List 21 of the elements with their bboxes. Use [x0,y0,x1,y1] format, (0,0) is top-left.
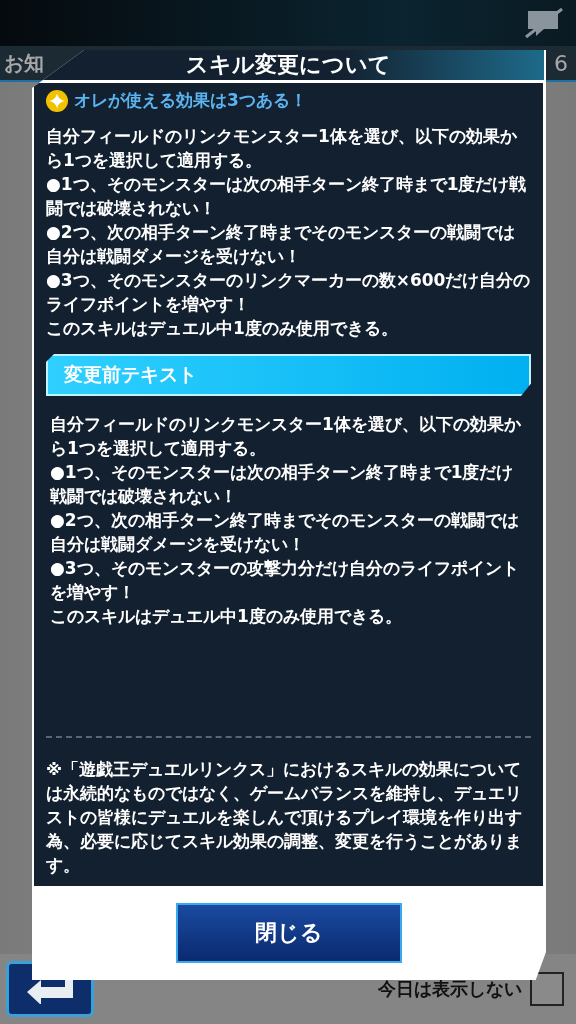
dialog-title: スキル変更について [185,51,391,79]
section-heading: 変更前テキスト [46,354,531,396]
skill-text-line: ●1つ、そのモンスターは次の相手ターン終了時まで1度だけ戦闘では破壊されない！ [46,173,528,220]
dont-show-checkbox[interactable] [530,972,564,1006]
chat-off-icon[interactable] [524,7,564,39]
dont-show-today-label: 今日は表示しない [378,977,522,1001]
skill-text-line: ●2つ、次の相手ターン終了時までそのモンスターの戦闘では自分は戦闘ダメージを受けない！ [46,221,516,268]
notice-paragraph: ※「遊戯王デュエルリンクス」におけるスキルの効果については永続的なものではなく、ゲームバランスを維持し、デュエリストの皆様にデュエルを楽しんで頂けるプレイ環境を作り出す為、必要に応じてスキル効果の調整、変更を行うことがあります。 [46,759,523,877]
skill-text-line: 自分フィールドのリンクモンスター1体を選び、以下の効果から1つを選択して適用する。 [50,413,522,460]
close-button[interactable]: 閉じる [176,903,402,963]
header-title: お知 [4,49,44,77]
skill-text-line: このスキルはデュエル中1度のみ使用できる。 [50,605,403,628]
header-count: 6 [554,50,568,76]
skill-text-line: ●3つ、そのモンスターのリンクマーカーの数×600だけ自分のライフポイントを増やす！ [46,269,531,316]
skill-text-line: ●3つ、そのモンスターの攻撃力分だけ自分のライフポイントを増やす！ [50,557,520,604]
skill-text-line: 自分フィールドのリンクモンスター1体を選び、以下の効果から1つを選択して適用する。 [46,125,518,172]
sparkle-icon [46,89,68,112]
skill-effect-count: オレが使える効果は3つある！ [74,89,307,112]
skill-text-line: このスキルはデュエル中1度のみ使用できる。 [46,317,399,340]
skill-text-line: ●2つ、次の相手ターン終了時までそのモンスターの戦闘では自分は戦闘ダメージを受けない！ [50,509,520,556]
skill-text-line: ●1つ、そのモンスターは次の相手ターン終了時まで1度だけ戦闘では破壊されない！ [50,461,515,508]
